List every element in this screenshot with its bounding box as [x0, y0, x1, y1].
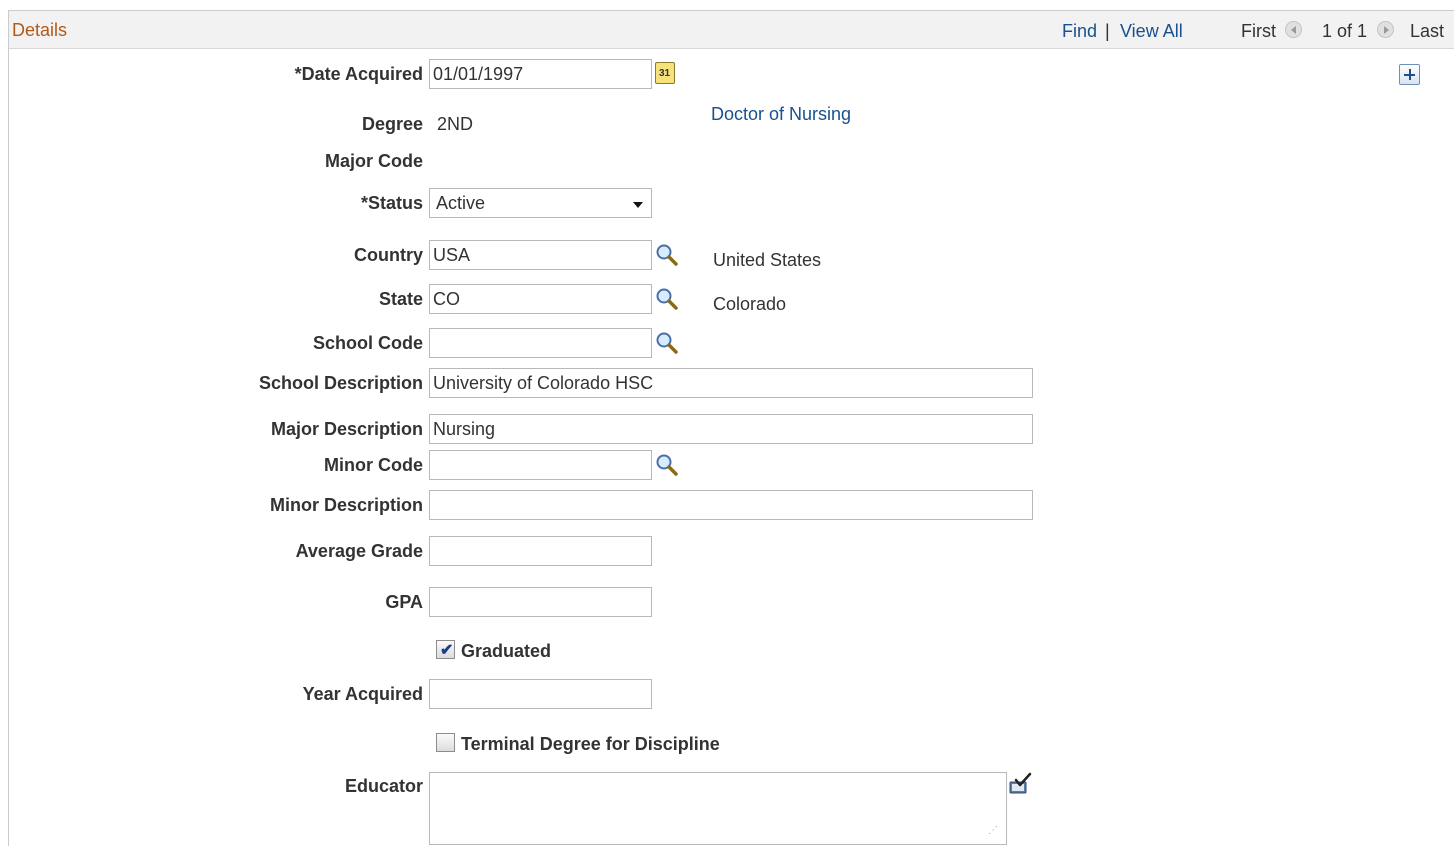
add-row-button[interactable] [1399, 64, 1420, 85]
country-input[interactable]: USA [429, 240, 652, 270]
minor-code-lookup-icon[interactable] [654, 452, 680, 478]
view-all-link[interactable]: View All [1120, 21, 1183, 42]
status-label: *Status [360, 193, 423, 213]
gpa-label: GPA [385, 592, 423, 612]
date-acquired-input[interactable]: 01/01/1997 [429, 59, 652, 89]
major-description-input[interactable]: Nursing [429, 414, 1033, 444]
previous-button[interactable] [1281, 20, 1306, 41]
terminal-degree-checkbox[interactable] [436, 733, 455, 752]
next-button[interactable] [1373, 20, 1398, 41]
date-acquired-label: *Date Acquired [294, 64, 423, 84]
paging-label: 1 of 1 [1322, 21, 1368, 41]
checkmark-icon: ✔ [440, 642, 454, 659]
chevron-down-icon [633, 202, 643, 208]
major-description-label: Major Description [270, 419, 423, 439]
average-grade-label: Average Grade [295, 541, 423, 561]
state-description: Colorado [713, 294, 787, 314]
school-description-input[interactable]: University of Colorado HSC [429, 368, 1033, 398]
first-label: First [1241, 21, 1276, 41]
state-input[interactable]: CO [429, 284, 652, 314]
school-code-lookup-icon[interactable] [654, 330, 680, 356]
state-label: State [378, 289, 423, 309]
degree-description-link[interactable]: Doctor of Nursing [711, 104, 851, 125]
major-code-label: Major Code [324, 151, 423, 171]
school-description-label: School Description [258, 373, 423, 393]
header-separator: | [1105, 21, 1110, 41]
graduated-label: Graduated [461, 641, 552, 661]
resize-grip-icon[interactable]: ⋰ [988, 825, 998, 836]
graduated-checkbox[interactable]: ✔ [436, 640, 455, 659]
year-acquired-input[interactable] [429, 679, 652, 709]
year-acquired-label: Year Acquired [302, 684, 423, 704]
terminal-degree-label: Terminal Degree for Discipline [461, 734, 720, 754]
minor-code-input[interactable] [429, 450, 652, 480]
last-label: Last [1410, 21, 1445, 41]
minor-code-label: Minor Code [324, 455, 423, 475]
educator-textarea[interactable] [429, 772, 1007, 845]
degree-label: Degree [361, 114, 423, 134]
calendar-icon-text: 31 [659, 68, 671, 79]
next-arrow-icon [1377, 21, 1394, 38]
spellcheck-icon[interactable] [1008, 772, 1034, 796]
minor-description-label: Minor Description [269, 495, 423, 515]
calendar-icon[interactable]: 31 [655, 62, 675, 84]
country-lookup-icon[interactable] [654, 242, 680, 268]
minor-description-input[interactable] [429, 490, 1033, 520]
degree-value: 2ND [437, 114, 474, 134]
status-select-value: Active [436, 193, 486, 213]
find-link[interactable]: Find [1062, 21, 1097, 42]
state-lookup-icon[interactable] [654, 286, 680, 312]
details-header: Details Find | View All First 1 of 1 Las… [9, 11, 1454, 49]
educator-label: Educator [344, 776, 423, 796]
previous-arrow-icon [1285, 21, 1302, 38]
country-label: Country [354, 245, 423, 265]
school-code-input[interactable] [429, 328, 652, 358]
gpa-input[interactable] [429, 587, 652, 617]
average-grade-input[interactable] [429, 536, 652, 566]
status-select[interactable]: Active [429, 188, 652, 218]
school-code-label: School Code [312, 333, 423, 353]
header-title: Details [12, 20, 68, 40]
country-description: United States [713, 250, 822, 270]
